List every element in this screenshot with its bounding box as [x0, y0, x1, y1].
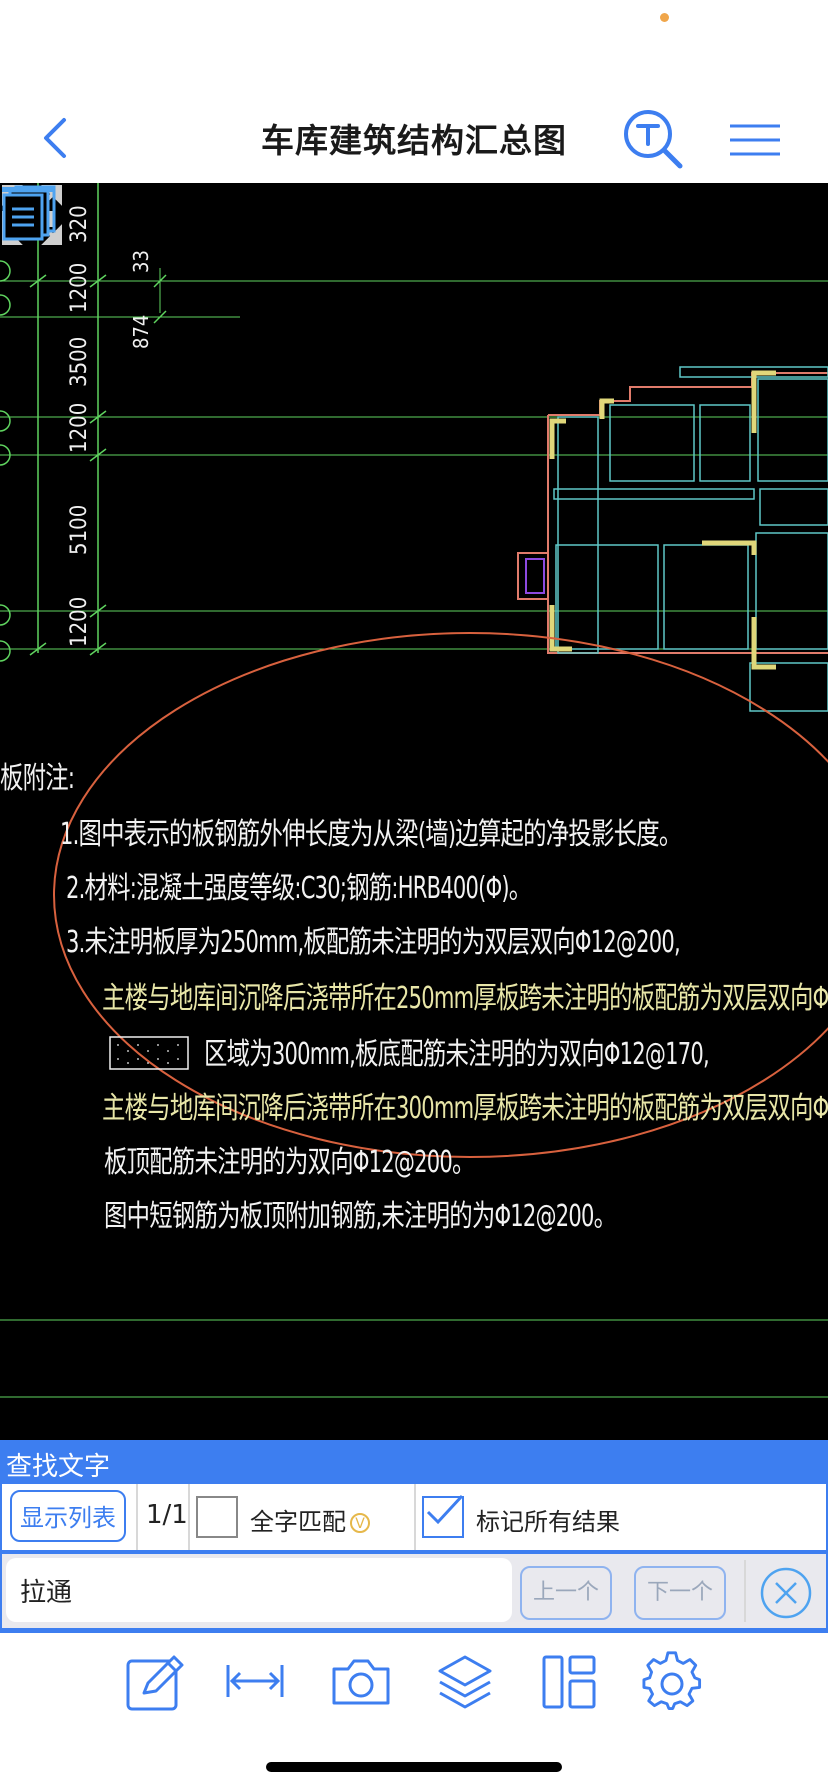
bottom-toolbar — [0, 1633, 828, 1733]
previous-result-button[interactable]: 上一个 — [520, 1566, 612, 1620]
measure-icon[interactable] — [224, 1651, 286, 1713]
result-count: 1/1 — [146, 1500, 188, 1530]
find-input-row: 上一个 下一个 — [2, 1554, 826, 1628]
edit-icon[interactable] — [124, 1651, 186, 1713]
hatch-legend-box — [109, 1036, 189, 1070]
whole-word-label: 全字匹配 V — [250, 1502, 370, 1537]
note-line-highlighted: 主楼与地库间沉降后浇带所在300mm厚板跨未注明的板配筋为双层双向Φ12 — [102, 1091, 828, 1126]
home-indicator — [266, 1762, 562, 1772]
layout-pages-icon[interactable] — [0, 183, 58, 241]
mark-all-label: 标记所有结果 — [476, 1508, 620, 1536]
dimension-label: 33 — [129, 250, 153, 273]
settings-icon[interactable] — [642, 1651, 704, 1713]
find-options-row: 显示列表 1/1 全字匹配 V 标记所有结果 — [2, 1484, 826, 1550]
camera-icon[interactable] — [330, 1651, 392, 1713]
show-list-button[interactable]: 显示列表 — [10, 1490, 126, 1542]
dimension-label: 1200 — [67, 263, 92, 313]
search-input[interactable] — [6, 1558, 512, 1622]
vip-badge-icon: V — [350, 1513, 370, 1533]
note-line: 3.未注明板厚为250mm,板配筋未注明的为双层双向Φ12@200, — [66, 925, 681, 960]
dimension-label: 320 — [67, 205, 92, 243]
note-line: 图中短钢筋为板顶附加钢筋,未注明的为Φ12@200。 — [104, 1199, 617, 1234]
find-text-panel: 查找文字 显示列表 1/1 全字匹配V 标记所有结果 上一个 下一个 — [0, 1440, 828, 1633]
cad-drawing-canvas[interactable]: 320 1200 3500 1200 5100 1200 874 33 板附注:… — [0, 183, 828, 1440]
dimension-label: 1200 — [67, 597, 92, 647]
page-title: 车库建筑结构汇总图 — [261, 121, 567, 160]
navigation-bar: 车库建筑结构汇总图 — [0, 90, 828, 182]
dimension-label: 874 — [129, 315, 153, 349]
checkmark-icon — [426, 1494, 464, 1525]
dimension-label: 1200 — [67, 403, 92, 453]
layers-icon[interactable] — [434, 1651, 496, 1713]
dimension-label: 3500 — [67, 337, 92, 387]
note-line-highlighted: 主楼与地库间沉降后浇带所在250mm厚板跨未注明的板配筋为双层双向Φ12 — [102, 981, 828, 1016]
divider — [414, 1484, 416, 1550]
note-line: 区域为300mm,板底配筋未注明的为双向Φ12@170, — [204, 1037, 710, 1072]
divider — [136, 1484, 138, 1550]
text-search-icon[interactable] — [622, 108, 686, 172]
divider — [744, 1560, 746, 1622]
whole-word-checkbox[interactable] — [196, 1496, 238, 1538]
close-find-icon[interactable] — [759, 1566, 813, 1620]
note-line: 板顶配筋未注明的为双向Φ12@200。 — [104, 1145, 475, 1180]
status-indicator-dot — [660, 13, 669, 22]
menu-icon[interactable] — [728, 122, 782, 158]
layout-icon[interactable] — [538, 1651, 600, 1713]
dimension-label: 5100 — [67, 505, 92, 555]
note-line: 1.图中表示的板钢筋外伸长度为从梁(墙)边算起的净投影长度。 — [60, 817, 682, 852]
mark-all-checkbox[interactable] — [422, 1494, 464, 1538]
find-panel-title: 查找文字 — [6, 1452, 111, 1482]
note-line: 2.材料:混凝土强度等级:C30;钢筋:HRB400(Φ)。 — [66, 871, 532, 906]
next-result-button[interactable]: 下一个 — [634, 1566, 726, 1620]
note-heading: 板附注: — [0, 761, 75, 796]
divider — [188, 1484, 190, 1550]
